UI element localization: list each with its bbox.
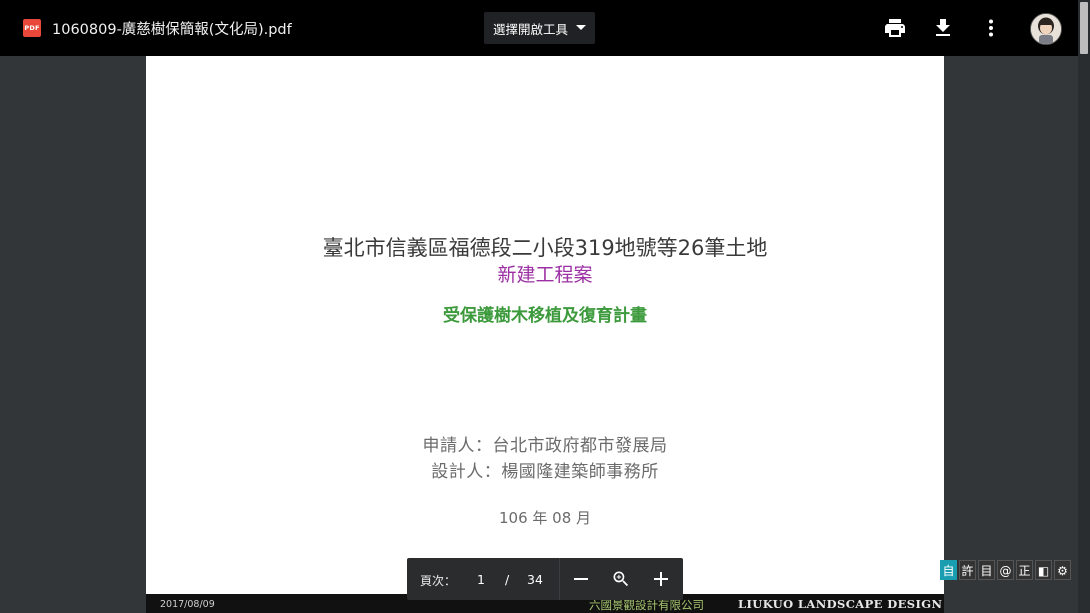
ime-list-button[interactable]: 目 <box>978 560 995 580</box>
document-date: 106 年 08 月 <box>498 509 592 527</box>
top-toolbar: PDF 1060809-廣慈樹保簡報(文化局).pdf 選擇開啟工具 <box>0 0 1090 56</box>
scrollbar-thumb[interactable] <box>1080 2 1088 54</box>
footer-date: 2017/08/09 <box>160 599 215 610</box>
designer-line: 設計人：楊國隆建築師事務所 <box>431 462 659 482</box>
print-button[interactable] <box>883 16 907 40</box>
download-icon <box>936 19 950 36</box>
open-with-button[interactable]: 選擇開啟工具 <box>484 12 595 44</box>
plus-icon <box>654 572 668 586</box>
minus-icon <box>574 578 588 580</box>
pdf-file-icon: PDF <box>23 19 41 37</box>
ime-fullwidth-button[interactable]: 正 <box>1016 560 1033 580</box>
page-separator: / <box>505 572 510 587</box>
user-avatar-icon <box>1031 14 1061 44</box>
page-label: 頁次： <box>420 574 457 588</box>
applicant-line: 申請人：台北市政府都市發展局 <box>422 436 668 456</box>
more-options-button[interactable] <box>979 16 1003 40</box>
total-pages: 34 <box>527 572 543 587</box>
pdf-page: 臺北市信義區福德段二小段319地號等26筆土地 新建工程案 受保護樹木移植及復育… <box>146 56 944 613</box>
footer-brand: LIUKUO LANDSCAPE DESIGN <box>738 597 943 611</box>
open-with-label: 選擇開啟工具 <box>493 21 569 37</box>
ime-symbol-button[interactable]: @ <box>997 560 1014 580</box>
more-vert-icon <box>989 19 993 37</box>
zoom-out-button[interactable] <box>571 569 591 589</box>
document-subtitle: 受保護樹木移植及復育計畫 <box>443 306 647 326</box>
zoom-in-button[interactable] <box>651 569 671 589</box>
caret-down-icon <box>576 25 586 30</box>
ime-input-method-button[interactable]: 許 <box>959 560 976 580</box>
download-button[interactable] <box>931 16 955 40</box>
print-icon <box>885 19 905 37</box>
user-avatar[interactable] <box>1030 13 1062 45</box>
ime-panel-button[interactable]: ◧ <box>1035 560 1052 580</box>
document-title-line2: 新建工程案 <box>497 264 593 286</box>
ime-settings-icon[interactable]: ⚙ <box>1054 560 1071 580</box>
file-name: 1060809-廣慈樹保簡報(文化局).pdf <box>52 22 292 38</box>
zoom-divider <box>559 558 560 600</box>
scrollbar-track[interactable] <box>1078 0 1090 613</box>
ime-toolbar: 自 許 目 @ 正 ◧ ⚙ <box>940 560 1071 582</box>
current-page-input[interactable]: 1 <box>477 572 485 587</box>
page-zoom-bar: 頁次： 1 / 34 <box>407 558 683 600</box>
zoom-fit-button[interactable] <box>611 569 631 589</box>
document-title: 臺北市信義區福德段二小段319地號等26筆土地 <box>322 236 768 260</box>
zoom-icon <box>613 571 629 587</box>
ime-mode-button[interactable]: 自 <box>940 560 957 580</box>
